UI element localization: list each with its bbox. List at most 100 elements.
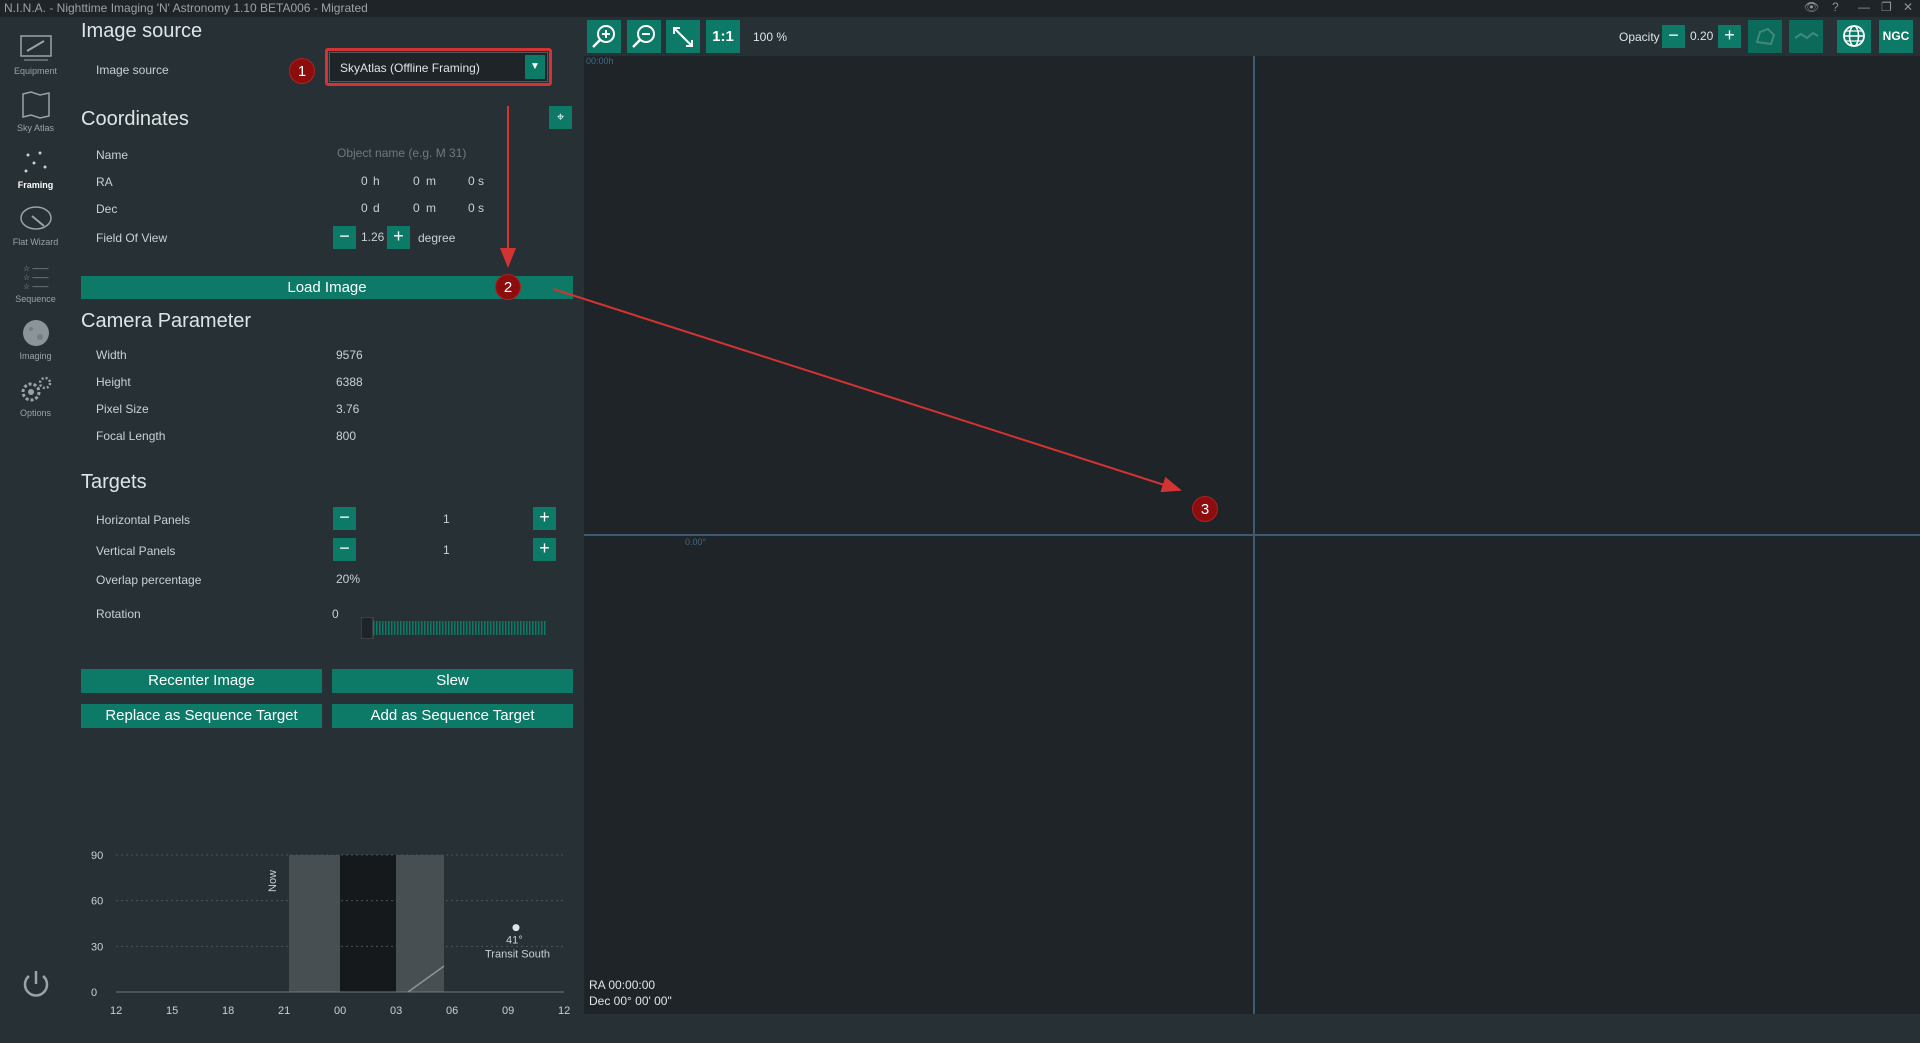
sidebar: Equipment Sky Atlas Framing Flat Wizard … <box>0 17 71 1043</box>
dec-minutes-unit: m <box>426 201 436 215</box>
sidebar-item-label: Equipment <box>13 66 58 76</box>
location-pin-icon[interactable]: ⌖ <box>549 106 572 129</box>
object-name-input[interactable]: Object name (e.g. M 31) <box>337 146 466 160</box>
power-icon[interactable] <box>19 967 53 1001</box>
replace-sequence-target-button[interactable]: Replace as Sequence Target <box>81 704 322 728</box>
annotation-badge-2: 2 <box>495 274 521 300</box>
sidebar-item-sequence[interactable]: ☆ —— ☆ —— ☆ —— Sequence <box>0 261 71 304</box>
y-tick-label: 0 <box>91 987 97 999</box>
x-tick-label: 12 <box>558 1005 570 1017</box>
boundary-icon <box>1755 27 1776 46</box>
horizontal-panels-label: Horizontal Panels <box>96 513 191 527</box>
transit-point <box>512 924 520 932</box>
maximize-icon[interactable]: ❐ <box>1881 0 1892 14</box>
flat-wizard-icon <box>19 206 52 230</box>
image-source-label: Image source <box>96 63 169 77</box>
rotation-slider[interactable] <box>361 617 546 639</box>
slider-thumb <box>361 617 374 639</box>
fov-decrease-button[interactable]: − <box>333 226 356 249</box>
minimize-icon[interactable]: — <box>1858 0 1870 14</box>
horizontal-panels-value[interactable]: 1 <box>443 512 450 526</box>
opacity-value[interactable]: 0.20 <box>1690 29 1713 43</box>
camera-parameter-heading: Camera Parameter <box>81 310 252 332</box>
twilight-band-evening <box>289 855 340 992</box>
opacity-increase-button[interactable]: + <box>1718 25 1741 48</box>
fov-input[interactable]: 1.26 <box>361 230 384 244</box>
recenter-image-button[interactable]: Recenter Image <box>81 669 322 693</box>
fov-increase-button[interactable]: + <box>387 226 410 249</box>
targets-heading: Targets <box>81 471 147 493</box>
dec-seconds-unit: s <box>478 201 484 215</box>
title-bar: N.I.N.A. - Nighttime Imaging 'N' Astrono… <box>0 0 1920 17</box>
zoom-in-icon <box>592 25 615 48</box>
opacity-decrease-button[interactable]: − <box>1662 25 1685 48</box>
x-tick-label: 21 <box>278 1005 290 1017</box>
sidebar-item-flat-wizard[interactable]: Flat Wizard <box>0 204 71 247</box>
x-tick-label: 18 <box>222 1005 234 1017</box>
dec-seconds-input[interactable]: 0 <box>468 201 475 215</box>
highlight-box <box>325 48 552 86</box>
camera-width-label: Width <box>96 348 127 362</box>
fov-unit: degree <box>418 231 456 245</box>
constellation-icon <box>1794 31 1819 40</box>
sidebar-item-imaging[interactable]: Imaging <box>0 318 71 361</box>
camera-height-value: 6388 <box>336 375 363 389</box>
sidebar-item-framing[interactable]: Framing <box>0 147 71 190</box>
ra-seconds-input[interactable]: 0 <box>468 174 475 188</box>
slew-button[interactable]: Slew <box>332 669 573 693</box>
ra-hours-input[interactable]: 0 <box>361 174 368 188</box>
rotation-input[interactable]: 0 <box>332 607 339 621</box>
vertical-panels-label: Vertical Panels <box>96 544 176 558</box>
x-tick-label: 12 <box>110 1005 122 1017</box>
framing-canvas[interactable]: 00:00h 0.00° 3 RA 00:00:00 Dec 00° 00' 0… <box>584 56 1920 1014</box>
zoom-out-button[interactable] <box>627 20 661 53</box>
dec-degrees-input[interactable]: 0 <box>361 201 368 215</box>
add-sequence-target-button[interactable]: Add as Sequence Target <box>332 704 573 728</box>
svg-text:☆ ——: ☆ —— <box>23 264 48 273</box>
help-icon[interactable]: ? <box>1832 0 1839 14</box>
moon-icon <box>22 320 49 346</box>
sidebar-item-label: Framing <box>17 180 54 190</box>
overlap-label: Overlap percentage <box>96 573 202 587</box>
ngc-toggle-button[interactable]: NGC <box>1879 20 1913 53</box>
camera-height-label: Height <box>96 375 131 389</box>
ra-hours-unit: h <box>373 174 380 188</box>
dec-label: Dec <box>96 202 118 216</box>
now-label: Now <box>267 870 279 892</box>
ra-grid-label: 00:00h <box>586 56 614 66</box>
ra-minutes-input[interactable]: 0 <box>413 174 420 188</box>
camera-width-value: 9576 <box>336 348 363 362</box>
telescope-icon <box>19 35 52 61</box>
grid-toggle-button[interactable] <box>1837 20 1871 53</box>
framing-panel: Image source Image source SkyAtlas (Offl… <box>71 17 584 1043</box>
fit-to-screen-button[interactable] <box>666 20 700 53</box>
opacity-label: Opacity <box>1619 30 1660 44</box>
x-tick-label: 00 <box>334 1005 346 1017</box>
sidebar-item-equipment[interactable]: Equipment <box>0 33 71 76</box>
constellation-boundaries-button[interactable] <box>1748 20 1782 53</box>
overlap-input[interactable]: 20% <box>336 572 360 586</box>
ra-readout: RA 00:00:00 <box>589 978 656 992</box>
one-to-one-button[interactable]: 1:1 <box>706 20 740 53</box>
sidebar-item-options[interactable]: Options <box>0 375 71 418</box>
transit-altitude-label: 41° <box>506 935 523 947</box>
sidebar-item-label: Imaging <box>19 351 52 361</box>
sidebar-item-label: Sequence <box>15 294 56 304</box>
close-icon[interactable]: ✕ <box>1903 0 1913 14</box>
dec-minutes-input[interactable]: 0 <box>413 201 420 215</box>
horizontal-panels-decrease[interactable]: − <box>333 507 356 530</box>
x-tick-label: 09 <box>502 1005 514 1017</box>
constellation-lines-button[interactable] <box>1789 20 1823 53</box>
altitude-chart: 90 60 30 0 12 15 18 21 00 03 06 09 12 Now 41° Transit S… <box>91 850 570 1017</box>
sidebar-item-label: Sky Atlas <box>16 123 54 133</box>
horizontal-panels-increase[interactable]: + <box>533 507 556 530</box>
status-bar <box>584 1014 1920 1043</box>
name-label: Name <box>96 148 129 162</box>
vertical-panels-increase[interactable]: + <box>533 538 556 561</box>
vertical-panels-decrease[interactable]: − <box>333 538 356 561</box>
sidebar-item-sky-atlas[interactable]: Sky Atlas <box>0 90 71 133</box>
eye-icon[interactable]: 👁 <box>1804 0 1819 14</box>
vertical-panels-value[interactable]: 1 <box>443 543 450 557</box>
zoom-in-button[interactable] <box>587 20 621 53</box>
dec-grid-label: 0.00° <box>685 537 707 547</box>
